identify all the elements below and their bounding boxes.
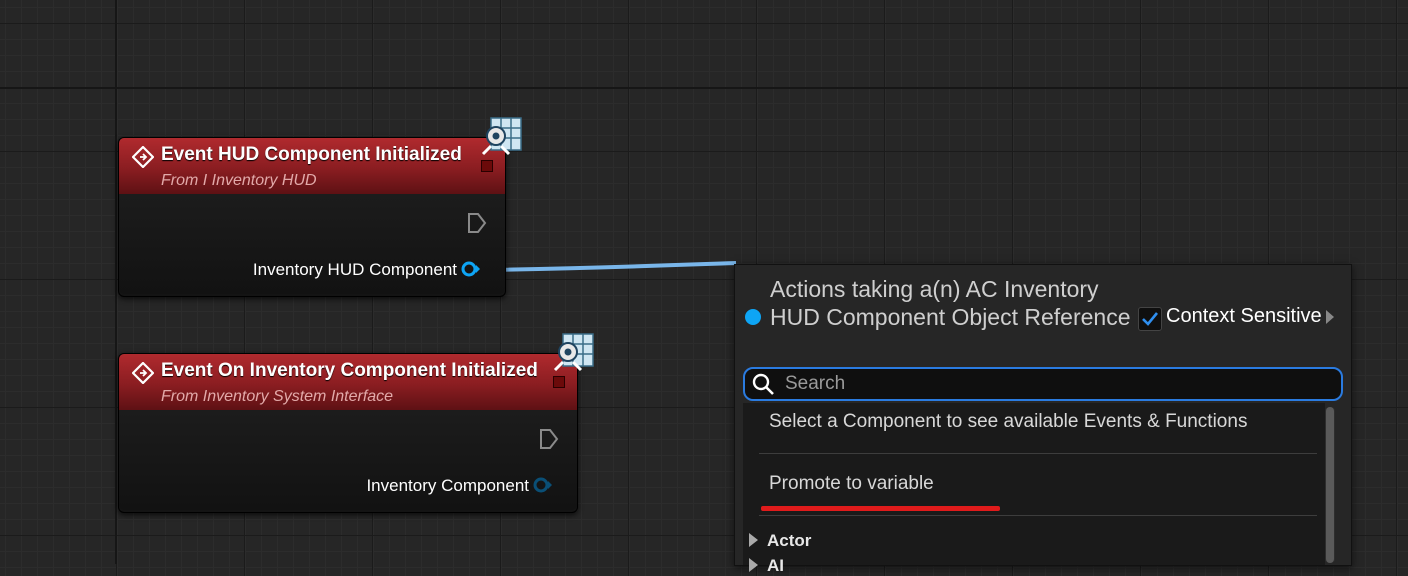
delegate-pin[interactable] bbox=[481, 160, 493, 172]
list-item-select-component[interactable]: Select a Component to see available Even… bbox=[769, 411, 1247, 433]
object-pin-type-icon bbox=[745, 309, 761, 325]
exec-pin-icon[interactable] bbox=[467, 212, 487, 234]
search-icon bbox=[752, 373, 774, 395]
node-subtitle: From Inventory System Interface bbox=[161, 388, 394, 405]
node-body: Inventory HUD Component bbox=[119, 194, 505, 294]
expand-arrow-icon bbox=[749, 558, 758, 572]
list-item-promote-to-variable[interactable]: Promote to variable bbox=[769, 473, 934, 495]
event-diamond-icon bbox=[132, 362, 154, 384]
exec-pin-icon[interactable] bbox=[539, 428, 559, 450]
object-pin-icon[interactable] bbox=[533, 476, 553, 494]
object-pin-icon[interactable] bbox=[461, 260, 481, 278]
expand-arrow-icon bbox=[749, 533, 758, 547]
divider bbox=[759, 453, 1317, 454]
output-pin-label: Inventory HUD Component bbox=[252, 260, 457, 279]
category-label: AI bbox=[767, 556, 784, 575]
context-sensitive-checkbox[interactable] bbox=[1138, 307, 1162, 331]
node-header[interactable]: Event On Inventory Component Initialized… bbox=[119, 354, 577, 410]
node-title: Event HUD Component Initialized bbox=[161, 144, 462, 165]
expand-arrow-icon[interactable] bbox=[1326, 310, 1334, 324]
context-sensitive-label[interactable]: Context Sensitive bbox=[1166, 305, 1322, 328]
action-list: Select a Component to see available Even… bbox=[743, 403, 1325, 575]
search-input[interactable] bbox=[785, 369, 1325, 399]
node-title: Event On Inventory Component Initialized bbox=[161, 360, 538, 381]
menu-heading: Actions taking a(n) AC Inventory HUD Com… bbox=[770, 276, 1131, 330]
interface-badge-icon bbox=[553, 333, 594, 372]
category-label: Actor bbox=[767, 531, 812, 550]
output-pin-label: Inventory Component bbox=[366, 476, 529, 495]
event-diamond-icon bbox=[132, 146, 154, 168]
delegate-pin[interactable] bbox=[553, 376, 565, 388]
scrollbar[interactable] bbox=[1325, 407, 1335, 563]
category-ai[interactable]: AI bbox=[749, 556, 784, 576]
blueprint-graph-canvas[interactable]: Event HUD Component Initialized From I I… bbox=[0, 0, 1408, 575]
node-subtitle: From I Inventory HUD bbox=[161, 172, 317, 189]
node-header[interactable]: Event HUD Component Initialized From I I… bbox=[119, 138, 505, 194]
event-node-hud-component-initialized[interactable]: Event HUD Component Initialized From I I… bbox=[118, 117, 522, 297]
divider bbox=[759, 515, 1317, 516]
category-actor[interactable]: Actor bbox=[749, 531, 811, 551]
interface-badge-icon bbox=[481, 117, 522, 156]
search-box[interactable] bbox=[743, 367, 1343, 401]
node-body: Inventory Component bbox=[119, 410, 577, 510]
action-context-menu: Actions taking a(n) AC Inventory HUD Com… bbox=[734, 264, 1352, 575]
scrollbar-thumb[interactable] bbox=[1326, 407, 1334, 563]
checkmark-icon bbox=[1142, 312, 1159, 326]
event-node-inventory-component-initialized[interactable]: Event On Inventory Component Initialized… bbox=[118, 333, 594, 513]
highlight-underline bbox=[761, 506, 1000, 511]
